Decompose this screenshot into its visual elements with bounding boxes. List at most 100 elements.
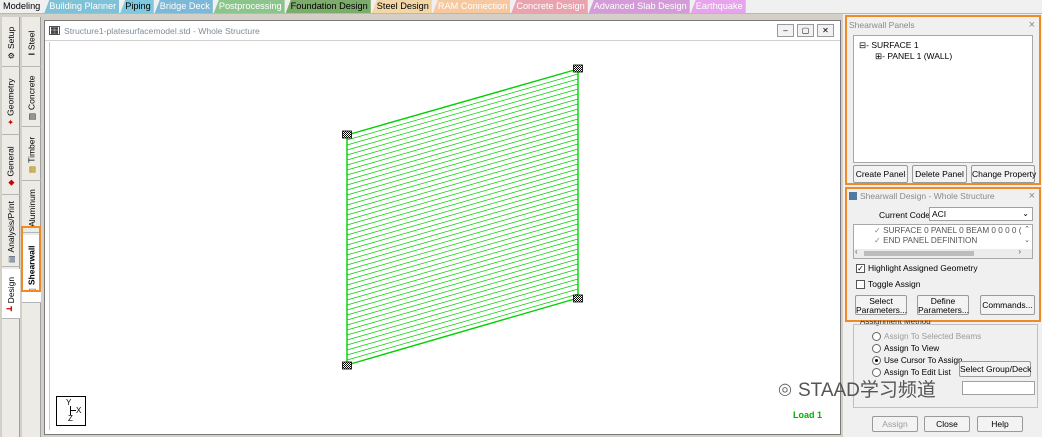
define-parameters-button[interactable]: Define Parameters...	[917, 295, 969, 315]
commands-button[interactable]: Commands...	[980, 295, 1035, 315]
code-select[interactable]: ACI ⌄	[929, 207, 1033, 221]
mesh-line	[346, 128, 579, 196]
node-marker[interactable]	[573, 294, 583, 303]
close-button[interactable]: ✕	[817, 24, 834, 37]
current-code-label: Current Code:	[879, 210, 933, 220]
tree-item-surface[interactable]: ⊟- SURFACE 1	[859, 40, 1027, 51]
workflow-tab-bridge-deck[interactable]: Bridge Deck	[154, 0, 213, 13]
design-dialog-title: Shearwall Design - Whole Structure ×	[846, 188, 1040, 204]
mesh-line	[346, 243, 579, 311]
change-property-button[interactable]: Change Property	[971, 165, 1036, 183]
tab-setup[interactable]: ⚙Setup	[2, 19, 20, 67]
tab-analysis-print[interactable]: ▤Analysis/Print	[2, 197, 20, 267]
mesh-line	[346, 228, 579, 296]
close-icon[interactable]: ×	[1029, 17, 1035, 33]
tab-steel[interactable]: ISteel	[22, 19, 41, 67]
mesh-line	[346, 83, 579, 151]
radio-assign-to-view[interactable]: Assign To View	[872, 344, 939, 353]
structure-viewport[interactable]: ▦ Structure1-platesurfacemodel.std - Who…	[44, 20, 841, 435]
viewport-title: Structure1-platesurfacemodel.std - Whole…	[64, 25, 260, 36]
workflow-tab-earthquake[interactable]: Earthquake	[690, 0, 746, 13]
node-marker[interactable]	[342, 361, 352, 370]
select-group-deck-button[interactable]: Select Group/Deck	[959, 361, 1031, 377]
tab-design[interactable]: ┻Design	[2, 269, 20, 319]
tab-shearwall[interactable]: ▯Shearwall	[22, 235, 41, 303]
tab-geometry[interactable]: ✦Geometry	[2, 69, 20, 135]
scroll-up-icon[interactable]: ⌃	[1024, 225, 1030, 233]
shearwall-model[interactable]	[50, 42, 836, 432]
node-marker[interactable]	[342, 130, 352, 139]
app-window: Modeling Building Planner Piping Bridge Dec…	[0, 0, 1042, 437]
highlight-assigned-checkbox-row[interactable]: ✓ Highlight Assigned Geometry	[856, 263, 978, 273]
mesh-line	[346, 193, 579, 261]
workflow-tab-building-planner[interactable]: Building Planner	[44, 0, 120, 13]
list-line[interactable]: END PANEL DEFINITION	[883, 236, 977, 245]
workflow-tab-steel-design[interactable]: Steel Design	[371, 0, 432, 13]
viewport-canvas[interactable]: Y X Z Load 1	[49, 42, 834, 430]
delete-panel-button[interactable]: Delete Panel	[912, 165, 967, 183]
scroll-right-icon[interactable]: ›	[1018, 247, 1021, 256]
concrete-icon: ▥	[27, 112, 37, 121]
mesh-line	[346, 218, 579, 286]
command-list[interactable]: ✓ SURFACE 0 PANEL 0 BEAM 0 0 0 0 ( ✓ END…	[853, 224, 1033, 259]
mesh-line	[346, 293, 579, 361]
toggle-assign-checkbox[interactable]	[856, 279, 865, 289]
mesh-line	[346, 188, 579, 256]
radio-use-cursor[interactable]: Use Cursor To Assign	[872, 356, 963, 365]
workflow-tab-postprocessing[interactable]: Postprocessing	[213, 0, 285, 13]
mesh-line	[346, 158, 579, 226]
geometry-icon: ✦	[7, 118, 16, 126]
mesh-line	[346, 173, 579, 241]
scroll-down-icon[interactable]: ⌄	[1024, 236, 1030, 244]
workflow-tab-piping[interactable]: Piping	[120, 0, 154, 13]
workflow-tab-advanced-slab-design[interactable]: Advanced Slab Design	[588, 0, 690, 13]
panel-tree[interactable]: ⊟- SURFACE 1 ⊞- PANEL 1 (WALL)	[853, 35, 1033, 163]
axis-x-label: X	[76, 406, 82, 415]
node-marker[interactable]	[573, 64, 583, 73]
panels-dialog-title: Shearwall Panels ×	[849, 17, 1035, 33]
maximize-button[interactable]: ▢	[797, 24, 814, 37]
mesh-line	[346, 223, 579, 291]
scroll-left-icon[interactable]: ‹	[855, 247, 858, 256]
mesh-line	[346, 123, 579, 191]
checkmark-icon: ✓	[874, 236, 884, 245]
radio-assign-selected-beams[interactable]: Assign To Selected Beams	[872, 332, 981, 341]
mesh-line	[346, 143, 579, 211]
workflow-tab-ram-connection[interactable]: RAM Connection	[432, 0, 511, 13]
close-dialog-button[interactable]: Close	[924, 416, 970, 432]
tree-item-panel[interactable]: ⊞- PANEL 1 (WALL)	[859, 51, 1027, 62]
mesh-line	[346, 78, 579, 146]
watermark-text: STAAD学习频道	[797, 380, 936, 401]
mesh-line	[346, 118, 579, 186]
mesh-line	[346, 238, 579, 306]
mesh-line	[346, 278, 579, 346]
toggle-assign-checkbox-row[interactable]: Toggle Assign	[856, 279, 920, 289]
help-button[interactable]: Help	[977, 416, 1023, 432]
horizontal-scrollbar[interactable]: ‹ ›	[854, 247, 1032, 258]
create-panel-button[interactable]: Create Panel	[853, 165, 908, 183]
minimize-button[interactable]: –	[777, 24, 794, 37]
edit-list-field[interactable]	[962, 381, 1035, 395]
tab-timber[interactable]: ▦Timber	[22, 129, 41, 181]
list-line[interactable]: SURFACE 0 PANEL 0 BEAM 0 0 0 0 (	[883, 226, 1021, 235]
mesh-line	[346, 233, 579, 301]
tab-general[interactable]: ◆General	[2, 137, 20, 195]
highlight-assigned-checkbox[interactable]: ✓	[856, 263, 865, 273]
analysis-icon: ▤	[7, 254, 16, 263]
tab-aluminum[interactable]: Aluminum	[22, 183, 41, 233]
workflow-tab-foundation-design[interactable]: Foundation Design	[285, 0, 371, 13]
steel-icon: I	[27, 52, 37, 55]
assign-button[interactable]: Assign	[872, 416, 918, 432]
tab-concrete[interactable]: ▥Concrete	[22, 69, 41, 127]
mesh-line	[346, 198, 579, 266]
workflow-tab-concrete-design[interactable]: Concrete Design	[511, 0, 588, 13]
select-parameters-button[interactable]: Select Parameters...	[855, 295, 907, 315]
scroll-thumb[interactable]	[864, 251, 974, 256]
mesh-line	[346, 283, 579, 351]
workflow-tab-modeling[interactable]: Modeling	[0, 0, 44, 13]
mesh-line	[346, 178, 579, 246]
mesh-line	[346, 268, 579, 336]
shearwall-panels-dialog: Shearwall Panels × ⊟- SURFACE 1 ⊞- PANEL…	[846, 17, 1040, 185]
general-icon: ◆	[7, 179, 16, 186]
close-icon[interactable]: ×	[1029, 188, 1035, 204]
